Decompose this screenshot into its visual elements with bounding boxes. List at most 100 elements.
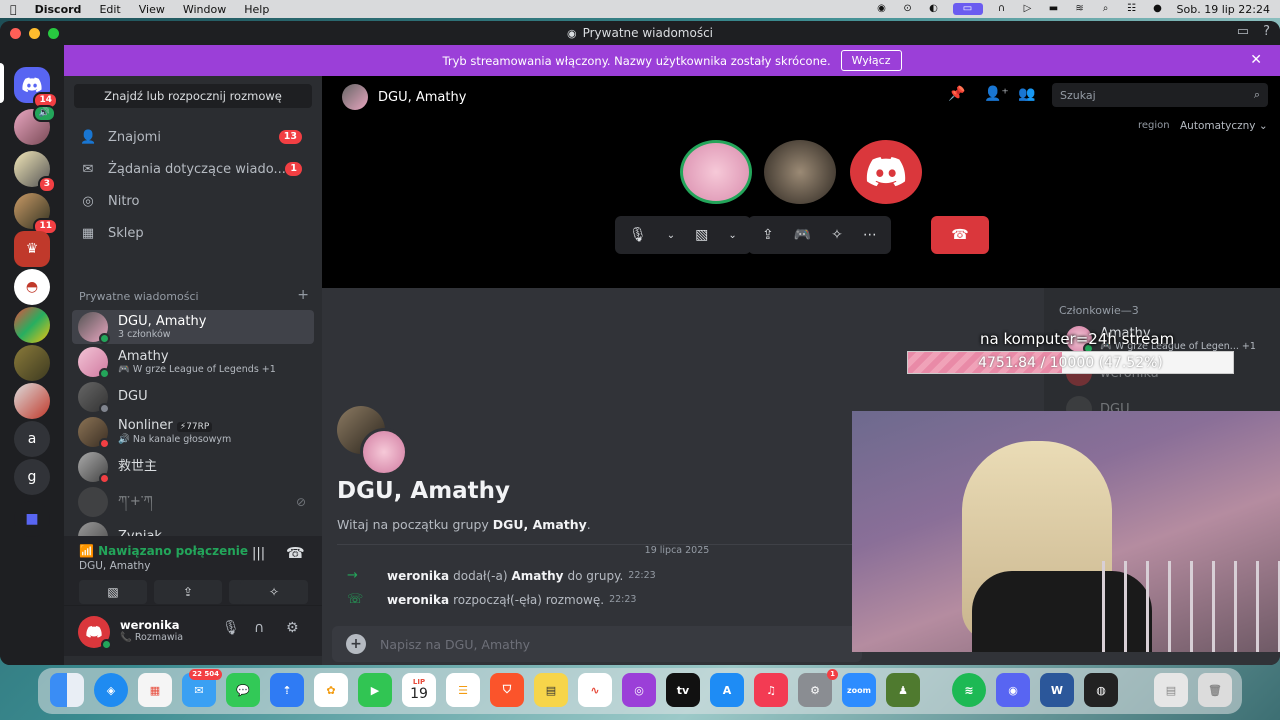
control-center-icon[interactable]: ☷ xyxy=(1125,3,1139,15)
dm-item-dgu[interactable]: DGU xyxy=(72,380,314,414)
discord-dock-icon[interactable]: ◉ xyxy=(996,673,1030,707)
photos-icon[interactable]: ✿ xyxy=(314,673,348,707)
server-icon-2[interactable]: 3 xyxy=(14,151,56,193)
reminders-icon[interactable]: ☰ xyxy=(446,673,480,707)
obs-icon[interactable]: ◍ xyxy=(1084,673,1118,707)
home-button[interactable]: 14 xyxy=(14,67,58,109)
podcasts-icon[interactable]: ◎ xyxy=(622,673,656,707)
dm-item-group[interactable]: DGU, Amathy 3 członków xyxy=(72,310,314,344)
battery-icon[interactable]: ▬ xyxy=(1047,3,1061,15)
search-input[interactable]: Szukaj ⌕ xyxy=(1052,83,1268,107)
disable-streamer-mode-button[interactable]: Wyłącz xyxy=(840,50,902,71)
nav-friends[interactable]: 👤 Znajomi 13 xyxy=(72,122,314,152)
gamepad-icon[interactable]: 🎮 xyxy=(794,227,811,243)
dm-item-hidden[interactable]: ཀ་+་ཀ ⊘ xyxy=(72,485,314,519)
close-window-button[interactable] xyxy=(10,28,21,39)
find-conversation-button[interactable]: Znajdź lub rozpocznij rozmowę xyxy=(74,84,312,108)
participant-weronika[interactable] xyxy=(850,140,922,204)
nav-message-requests[interactable]: ✉ Żądania dotyczące wiado... 1 xyxy=(72,154,314,184)
spotify-icon[interactable]: ≋ xyxy=(952,673,986,707)
eye-slash-icon[interactable]: ⊘ xyxy=(296,495,306,509)
document-icon[interactable]: ▤ xyxy=(1154,673,1188,707)
add-attachment-icon[interactable]: + xyxy=(346,634,366,654)
dm-item-nonliner[interactable]: Nonliner ⚡77RP 🔊 Na kanale głosowym xyxy=(72,415,314,449)
chess-icon[interactable]: ♟ xyxy=(886,673,920,707)
server-letter-g[interactable]: g xyxy=(14,459,50,495)
freeform-icon[interactable]: ∿ xyxy=(578,673,612,707)
menu-edit[interactable]: Edit xyxy=(99,3,120,16)
members-icon[interactable]: 👥 xyxy=(1018,86,1035,102)
video-off-button[interactable]: ▧ xyxy=(79,580,147,604)
screen-mirror-icon[interactable]: ▭ xyxy=(952,3,983,15)
add-dm-icon[interactable]: + xyxy=(297,288,309,303)
screen-record-icon[interactable]: ⊙ xyxy=(901,3,915,15)
play-icon[interactable]: ▷ xyxy=(1021,3,1035,15)
participant-dgu[interactable] xyxy=(764,140,836,204)
minimize-window-button[interactable] xyxy=(29,28,40,39)
safari-icon[interactable]: ◈ xyxy=(94,673,128,707)
server-icon-photo[interactable] xyxy=(14,345,50,381)
search-icon[interactable]: ⌕ xyxy=(1099,3,1113,15)
message-composer[interactable]: + Napisz na DGU, Amathy xyxy=(332,626,862,662)
app-store-icon[interactable]: A xyxy=(710,673,744,707)
user-avatar[interactable] xyxy=(78,616,112,650)
add-friend-icon[interactable]: 👤⁺ xyxy=(984,86,1009,102)
crown-server-icon[interactable]: ♛ xyxy=(14,231,50,267)
server-icon-3[interactable]: 11 xyxy=(14,193,58,235)
menu-view[interactable]: View xyxy=(139,3,165,16)
gear-icon[interactable]: ⚙ xyxy=(286,620,299,636)
gauge-icon[interactable]: ◐ xyxy=(927,3,941,15)
help-icon[interactable]: ? xyxy=(1263,24,1270,39)
mail-icon[interactable]: ✉ 22 504 xyxy=(182,669,222,707)
zoom-window-button[interactable] xyxy=(48,28,59,39)
screen-share-icon[interactable]: ⇪ xyxy=(762,227,774,243)
record-icon[interactable]: ◉ xyxy=(875,3,889,15)
chevron-down-icon[interactable]: ⌄ xyxy=(728,230,736,241)
headphones-icon[interactable]: ∩ xyxy=(254,620,264,636)
nav-nitro[interactable]: ◎ Nitro xyxy=(72,186,314,216)
brave-icon[interactable]: ⛉ xyxy=(490,673,524,707)
wifi-icon[interactable]: ≋ xyxy=(1073,3,1087,15)
microphone-icon[interactable]: 🎙 xyxy=(629,227,647,243)
zoom-icon[interactable]: zoom xyxy=(842,673,876,707)
inbox-icon[interactable]: ▭ xyxy=(1237,24,1249,39)
msg-user[interactable]: weronika xyxy=(387,569,449,583)
maps-icon[interactable]: ⇡ xyxy=(270,673,304,707)
user-icon[interactable]: ● xyxy=(1151,3,1165,15)
headphones-icon[interactable]: ∩ xyxy=(995,3,1009,15)
apple-tv-icon[interactable]: tv xyxy=(666,673,700,707)
apple-icon[interactable]:  xyxy=(10,3,17,16)
participant-amathy[interactable] xyxy=(680,140,752,204)
menubar-clock[interactable]: Sob. 19 lip 22:24 xyxy=(1177,3,1270,16)
pin-icon[interactable]: 📌 xyxy=(948,86,965,102)
music-icon[interactable]: ♫ xyxy=(754,673,788,707)
screen-share-button[interactable]: ⇪ xyxy=(154,580,222,604)
settings-icon[interactable]: ⚙ 1 xyxy=(798,669,838,707)
voice-status[interactable]: 📶 Nawiązano połączenie xyxy=(79,544,248,558)
dm-item-amathy[interactable]: Amathy 🎮 W grze League of Legends +1 xyxy=(72,345,314,379)
msg-target[interactable]: Amathy xyxy=(512,569,564,583)
server-icon-rainbow[interactable] xyxy=(14,307,50,343)
folder-icon[interactable]: ■ xyxy=(14,501,50,537)
menu-app-name[interactable]: Discord xyxy=(35,3,82,16)
disconnect-icon[interactable]: ☎ xyxy=(286,544,305,562)
menu-window[interactable]: Window xyxy=(183,3,226,16)
server-letter-a[interactable]: a xyxy=(14,421,50,457)
region-select[interactable]: Automatyczny ⌄ xyxy=(1180,120,1268,132)
hangup-button[interactable]: ☎ xyxy=(931,216,989,254)
msg-user[interactable]: weronika xyxy=(387,593,449,607)
word-icon[interactable]: W xyxy=(1040,673,1074,707)
dm-item-savior[interactable]: 救世主 xyxy=(72,450,314,484)
launchpad-icon[interactable]: ▦ xyxy=(138,673,172,707)
chevron-down-icon[interactable]: ⌄ xyxy=(667,230,675,241)
server-icon-person[interactable] xyxy=(14,383,50,419)
notes-icon[interactable]: ▤ xyxy=(534,673,568,707)
soundboard-button[interactable]: ✧ xyxy=(240,580,308,604)
soundboard-icon[interactable]: ✧ xyxy=(831,227,843,243)
more-icon[interactable]: ⋯ xyxy=(863,227,877,243)
video-off-icon[interactable]: ▧ xyxy=(695,227,708,243)
nav-shop[interactable]: ▦ Sklep xyxy=(72,218,314,248)
messages-icon[interactable]: 💬 xyxy=(226,673,260,707)
dm-avatar-server[interactable]: 🔊 xyxy=(14,105,56,145)
microphone-icon[interactable]: 🎙 xyxy=(222,620,240,636)
